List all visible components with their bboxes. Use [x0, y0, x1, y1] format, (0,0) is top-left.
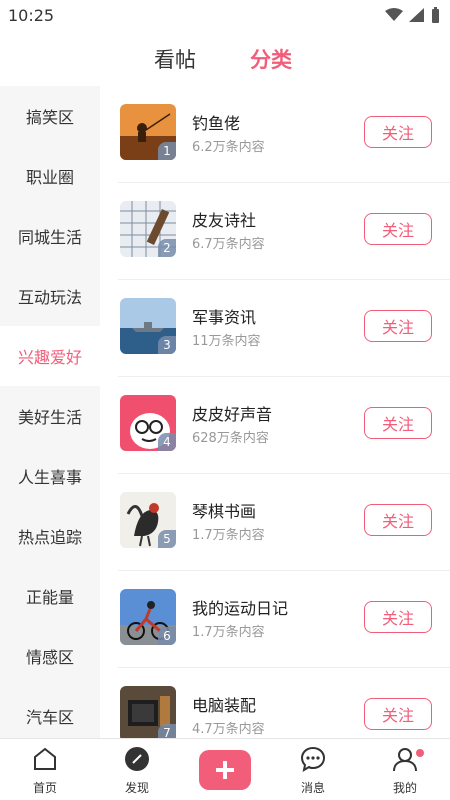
list-item[interactable]: 2 皮友诗社 6.7万条内容 关注: [118, 183, 450, 280]
cartoon-face-icon: 4: [120, 395, 176, 451]
sidebar-item-life-events[interactable]: 人生喜事: [0, 446, 100, 506]
topic-title: 我的运动日记: [192, 599, 289, 618]
status-icons: [385, 7, 440, 23]
nav-home[interactable]: 首页: [10, 745, 80, 796]
bottom-nav: 首页 发现 消息 我的: [0, 738, 450, 800]
computer-parts-icon: 7: [120, 686, 176, 738]
message-icon: [300, 746, 326, 773]
nav-discover[interactable]: 发现: [102, 745, 172, 796]
list-item[interactable]: 5 琴棋书画 1.7万条内容 关注: [118, 474, 450, 571]
rooster-painting-icon: 5: [120, 492, 176, 548]
list-item[interactable]: 1 钓鱼佬 6.2万条内容 关注: [118, 86, 450, 183]
sidebar-item-hobbies[interactable]: 兴趣爱好: [0, 326, 100, 386]
topic-title: 琴棋书画: [192, 502, 257, 521]
home-icon: [34, 747, 56, 770]
sidebar-item-good-life[interactable]: 美好生活: [0, 386, 100, 446]
cyclist-icon: 6: [120, 589, 176, 645]
topic-count: 628万条内容: [192, 431, 269, 446]
topic-count: 6.7万条内容: [192, 237, 265, 252]
plus-button[interactable]: [199, 750, 251, 790]
nav-messages[interactable]: 消息: [278, 745, 348, 796]
follow-button[interactable]: 关注: [364, 504, 432, 536]
compass-icon: [125, 747, 149, 771]
topic-count: 4.7万条内容: [192, 722, 265, 737]
rank-badge: 3: [158, 336, 176, 354]
profile-icon: [393, 748, 417, 772]
topic-title: 皮友诗社: [192, 211, 257, 230]
rank-badge: 1: [158, 142, 176, 160]
follow-button[interactable]: 关注: [364, 116, 432, 148]
nav-discover-label: 发现: [124, 781, 149, 795]
sidebar-item-interactive[interactable]: 互动玩法: [0, 266, 100, 326]
topic-count: 11万条内容: [192, 334, 261, 349]
sidebar-item-emotions[interactable]: 情感区: [0, 626, 100, 686]
rank-badge: 4: [158, 433, 176, 451]
sidebar-item-career[interactable]: 职业圈: [0, 146, 100, 206]
wifi-icon: [385, 8, 403, 21]
nav-messages-label: 消息: [300, 781, 325, 795]
status-bar: 10:25: [0, 0, 450, 32]
follow-button[interactable]: 关注: [364, 407, 432, 439]
nav-profile-label: 我的: [392, 781, 417, 795]
nav-home-label: 首页: [32, 781, 57, 795]
sidebar-item-cars[interactable]: 汽车区: [0, 686, 100, 738]
category-sidebar: 搞笑区 职业圈 同城生活 互动玩法 兴趣爱好 美好生活 人生喜事 热点追踪 正能…: [0, 86, 100, 738]
topic-count: 1.7万条内容: [192, 625, 265, 640]
rank-badge: 6: [158, 627, 176, 645]
list-item[interactable]: 4 皮皮好声音 628万条内容 关注: [118, 377, 450, 474]
signal-icon: [409, 8, 424, 22]
warship-icon: 3: [120, 298, 176, 354]
status-time: 10:25: [8, 6, 55, 25]
sidebar-item-humor[interactable]: 搞笑区: [0, 86, 100, 146]
plus-icon: [216, 761, 234, 779]
top-tabs: 看帖 分类: [0, 34, 450, 84]
battery-icon: [432, 7, 439, 23]
writing-icon: 2: [120, 201, 176, 257]
sidebar-item-trending[interactable]: 热点追踪: [0, 506, 100, 566]
topic-title: 钓鱼佬: [192, 114, 241, 133]
tab-categories[interactable]: 分类: [250, 44, 292, 74]
topic-title: 电脑装配: [192, 696, 257, 715]
topic-count: 6.2万条内容: [192, 140, 265, 155]
topic-title: 皮皮好声音: [192, 405, 273, 424]
fishing-icon: 1: [120, 104, 176, 160]
tab-posts[interactable]: 看帖: [154, 44, 196, 74]
nav-profile[interactable]: 我的: [370, 745, 440, 796]
follow-button[interactable]: 关注: [364, 698, 432, 730]
topic-list: 1 钓鱼佬 6.2万条内容 关注 2 皮友诗社 6.7万条内容 关注 3 军事资…: [100, 86, 450, 738]
list-item[interactable]: 7 电脑装配 4.7万条内容 关注: [118, 668, 450, 738]
notification-dot: [416, 749, 424, 757]
follow-button[interactable]: 关注: [364, 601, 432, 633]
rank-badge: 7: [158, 724, 176, 738]
sidebar-item-positive-energy[interactable]: 正能量: [0, 566, 100, 626]
sidebar-item-local-life[interactable]: 同城生活: [0, 206, 100, 266]
rank-badge: 5: [158, 530, 176, 548]
topic-title: 军事资讯: [192, 308, 257, 327]
topic-count: 1.7万条内容: [192, 528, 265, 543]
rank-badge: 2: [158, 239, 176, 257]
follow-button[interactable]: 关注: [364, 213, 432, 245]
follow-button[interactable]: 关注: [364, 310, 432, 342]
list-item[interactable]: 6 我的运动日记 1.7万条内容 关注: [118, 571, 450, 668]
list-item[interactable]: 3 军事资讯 11万条内容 关注: [118, 280, 450, 377]
